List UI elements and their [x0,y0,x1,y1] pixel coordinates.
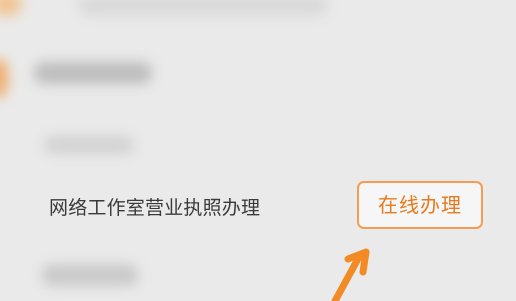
service-title: 网络工作室营业执照办理 [49,197,261,219]
blurred-section-heading [34,62,152,84]
mobile-screen: 网络工作室营业执照办理 在线办理 [0,0,516,301]
blurred-background-content [0,0,516,301]
blurred-bottom-line [42,264,138,286]
blurred-list-line [44,136,134,154]
arrow-up-right-icon [331,248,370,301]
blurred-top-bar [78,0,328,16]
blurred-top-dot [0,0,22,16]
online-handle-button[interactable]: 在线办理 [357,181,483,229]
blurred-side-marker [0,58,8,98]
